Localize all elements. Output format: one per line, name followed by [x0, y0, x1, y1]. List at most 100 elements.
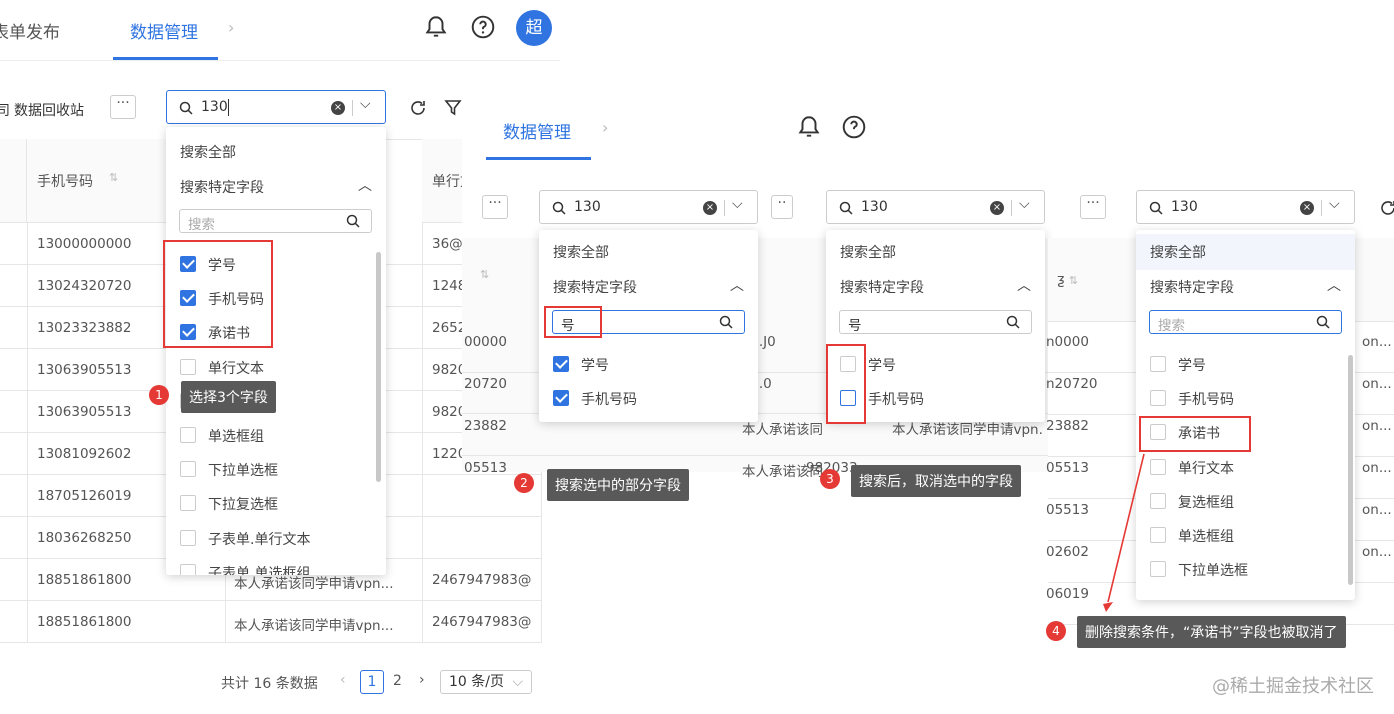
search-input[interactable]: 130 × ⌵ [166, 90, 386, 124]
help-icon[interactable] [841, 114, 867, 140]
page-size-select[interactable]: 10 条/页 ⌵ [440, 670, 532, 694]
chevron-down-icon[interactable]: ⌵ [732, 196, 743, 212]
cell-phone: 18851861800 [37, 572, 132, 588]
chevron-up-icon[interactable]: ︿ [730, 275, 744, 295]
more-button[interactable]: ·· [771, 195, 793, 219]
cell-text: 06019 [1046, 586, 1089, 602]
avatar[interactable]: 超 [516, 10, 552, 46]
tab-form-publish[interactable]: 表单发布 [0, 18, 60, 43]
clear-icon[interactable]: × [1300, 201, 1314, 215]
checkbox[interactable] [1150, 561, 1166, 578]
clear-icon[interactable]: × [990, 201, 1004, 215]
search-field-option[interactable]: 搜索特定字段 [1150, 277, 1234, 297]
field-filter-input[interactable]: 搜索 [179, 209, 372, 233]
filter-icon[interactable] [444, 98, 462, 118]
bell-icon[interactable] [423, 14, 449, 40]
checkbox[interactable] [1150, 390, 1166, 407]
cell-text: 23882 [1046, 418, 1089, 434]
checkbox[interactable] [553, 356, 569, 372]
tab-data-management[interactable]: 数据管理 [503, 118, 571, 143]
checkbox[interactable] [180, 427, 196, 443]
row-divider [0, 600, 542, 601]
step-badge-3: 3 [820, 469, 840, 489]
arrow-annotation [1103, 453, 1145, 612]
option-label: 手机号码 [1178, 392, 1234, 409]
scrollbar[interactable] [376, 252, 381, 482]
help-icon[interactable] [470, 14, 496, 40]
search-all-option[interactable]: 搜索全部 [180, 142, 236, 162]
checkbox[interactable] [1150, 356, 1166, 372]
checkbox[interactable] [180, 358, 196, 375]
checkbox[interactable] [180, 461, 196, 478]
cell-text: on... [1362, 418, 1392, 434]
option-label: 子表单.单行文本 [208, 531, 311, 548]
clear-icon[interactable]: × [703, 201, 717, 215]
highlight-box [544, 306, 602, 338]
tooltip-4: 删除搜索条件，“承诺书”字段也被取消了 [1077, 616, 1346, 648]
page-1[interactable]: 1 [360, 670, 384, 694]
cell-phone: 18851861800 [37, 614, 132, 630]
cell-text: on... [1362, 460, 1392, 476]
prev-page-icon[interactable]: ‹ [340, 672, 346, 688]
cell-text: n20720 [1046, 376, 1098, 392]
option-label: 单选框组 [208, 429, 264, 445]
checkbox[interactable] [1150, 492, 1166, 509]
more-button[interactable]: ··· [110, 95, 136, 119]
option-label: 单行文本 [208, 360, 264, 377]
cell-text: on... [1362, 544, 1392, 560]
search-field-option[interactable]: 搜索特定字段 [553, 277, 637, 297]
more-button[interactable]: ··· [482, 195, 508, 219]
refresh-icon[interactable] [1378, 198, 1394, 218]
refresh-icon[interactable] [408, 98, 428, 118]
checkbox[interactable] [180, 563, 196, 575]
tab-data-management[interactable]: 数据管理 [130, 18, 198, 43]
highlight-box [1139, 416, 1251, 452]
bell-icon[interactable] [796, 114, 822, 140]
cell-phone: 13000000000 [37, 236, 132, 252]
search-input[interactable]: 130 × ⌵ [539, 190, 758, 224]
clear-icon[interactable]: × [331, 101, 345, 115]
active-tab-indicator [486, 157, 591, 160]
search-all-option[interactable]: 搜索全部 [553, 242, 609, 262]
cell-text: 20720 [464, 376, 507, 392]
search-field-option[interactable]: 搜索特定字段 [840, 277, 924, 297]
cell-phone: 13023323882 [37, 320, 132, 336]
search-icon [1149, 201, 1163, 215]
search-all-option[interactable]: 搜索全部 [840, 242, 896, 262]
search-icon [179, 101, 193, 115]
cell-text: on... [1362, 376, 1392, 392]
cell-text: 05513 [1046, 460, 1089, 476]
chevron-up-icon[interactable]: ︿ [1327, 275, 1341, 295]
search-icon [1316, 315, 1330, 329]
cell-text: on... [1362, 502, 1392, 518]
chevron-down-icon[interactable]: ⌵ [1329, 196, 1340, 212]
chevron-up-icon[interactable]: ︿ [1017, 275, 1031, 295]
next-page-icon[interactable]: › [419, 672, 425, 688]
option-label: 手机号码 [581, 392, 637, 408]
field-filter-input[interactable]: 号 [839, 310, 1032, 334]
highlight-box [163, 240, 273, 348]
search-input[interactable]: 130 × ⌵ [1136, 190, 1355, 224]
checkbox[interactable] [1150, 458, 1166, 475]
checkbox[interactable] [1150, 527, 1166, 543]
highlight-box [826, 344, 866, 424]
sort-icon[interactable]: ⇅ [109, 171, 118, 184]
search-input[interactable]: 130 × ⌵ [826, 190, 1045, 224]
checkbox[interactable] [180, 495, 196, 512]
search-icon [839, 201, 853, 215]
chevron-down-icon[interactable]: ⌵ [360, 96, 371, 112]
chevron-up-icon[interactable]: ︿ [358, 175, 372, 195]
row-divider [0, 642, 542, 643]
cell-text: 23882 [464, 418, 507, 434]
tooltip-3: 搜索后，取消选中的字段 [851, 465, 1021, 497]
chevron-down-icon[interactable]: ⌵ [1019, 196, 1030, 212]
option-label: 下拉复选框 [208, 497, 278, 514]
more-button[interactable]: ··· [1080, 195, 1106, 219]
scrollbar[interactable] [1348, 355, 1353, 585]
search-field-option[interactable]: 搜索特定字段 [180, 177, 264, 197]
field-filter-input[interactable]: 搜索 [1149, 310, 1342, 334]
checkbox[interactable] [553, 390, 569, 406]
checkbox[interactable] [180, 529, 196, 546]
search-all-option[interactable]: 搜索全部 [1150, 242, 1206, 262]
page-2[interactable]: 2 [393, 673, 402, 689]
